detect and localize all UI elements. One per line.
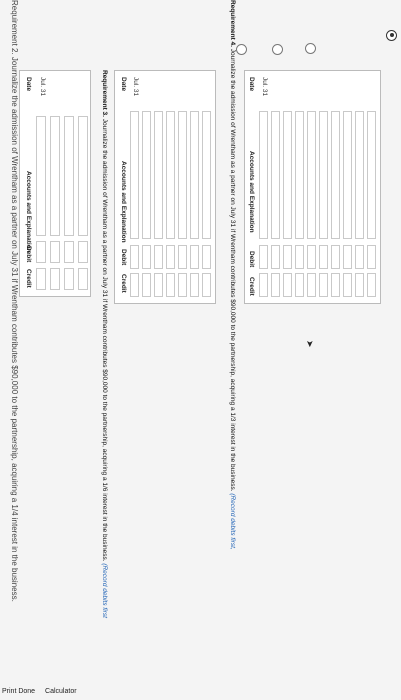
debit-input[interactable]: [202, 245, 211, 269]
radio-option-3[interactable]: [272, 44, 283, 55]
account-input[interactable]: [271, 111, 280, 239]
radio-option-1[interactable]: [386, 30, 397, 41]
credit-input[interactable]: [307, 273, 316, 297]
credit-input[interactable]: [154, 273, 163, 297]
radio-option-4[interactable]: [236, 44, 247, 55]
accounts-header: Accounts and Explanation: [248, 151, 255, 233]
account-input[interactable]: [130, 111, 139, 239]
account-input[interactable]: [202, 111, 211, 239]
requirement-4-body: Journalize the admission of Wrentham as …: [229, 48, 236, 492]
credit-input[interactable]: [50, 268, 60, 290]
debit-input[interactable]: [190, 245, 199, 269]
requirement-4-hint: (Record debits first,: [229, 493, 236, 550]
account-input[interactable]: [78, 116, 88, 236]
credit-input[interactable]: [130, 273, 139, 297]
debit-input[interactable]: [130, 245, 139, 269]
debit-input[interactable]: [319, 245, 328, 269]
account-input[interactable]: [178, 111, 187, 239]
radio-option-2[interactable]: [305, 43, 316, 54]
journal-entry-table-1: Date Accounts and Explanation Debit Cred…: [19, 70, 91, 297]
debit-input[interactable]: [355, 245, 364, 269]
credit-input[interactable]: [142, 273, 151, 297]
credit-input[interactable]: [190, 273, 199, 297]
debit-input[interactable]: [36, 241, 46, 263]
debit-input[interactable]: [78, 241, 88, 263]
account-input[interactable]: [166, 111, 175, 239]
requirement-3-body: Journalize the admission of Wrentham as …: [101, 118, 108, 562]
requirement-2-text: Requirement 2. Journalize the admission …: [10, 0, 19, 602]
debit-input[interactable]: [50, 241, 60, 263]
account-input[interactable]: [307, 111, 316, 239]
credit-input[interactable]: [355, 273, 364, 297]
credit-input[interactable]: [202, 273, 211, 297]
account-input[interactable]: [319, 111, 328, 239]
debit-header: Debit: [120, 249, 127, 266]
mouse-cursor-icon: ➤: [305, 340, 315, 348]
date-header: Date: [25, 77, 32, 92]
credit-input[interactable]: [271, 273, 280, 297]
debit-input[interactable]: [64, 241, 74, 263]
credit-input[interactable]: [166, 273, 175, 297]
account-input[interactable]: [295, 111, 304, 239]
credit-input[interactable]: [283, 273, 292, 297]
credit-input[interactable]: [295, 273, 304, 297]
debit-input[interactable]: [367, 245, 376, 269]
debit-input[interactable]: [307, 245, 316, 269]
credit-input[interactable]: [319, 273, 328, 297]
debit-header: Debit: [25, 246, 32, 263]
debit-input[interactable]: [166, 245, 175, 269]
account-input[interactable]: [36, 116, 46, 236]
credit-input[interactable]: [331, 273, 340, 297]
credit-input[interactable]: [78, 268, 88, 290]
debit-input[interactable]: [271, 245, 280, 269]
account-input[interactable]: [50, 116, 60, 236]
account-input[interactable]: [154, 111, 163, 239]
calculator-link[interactable]: Calculator: [45, 688, 77, 695]
journal-entry-table-3: Date Accounts and Explanation Debit Cred…: [244, 70, 381, 304]
date-header: Date: [120, 77, 127, 92]
debit-input[interactable]: [343, 245, 352, 269]
requirement-3-label: Requirement 3.: [101, 70, 108, 117]
footer-links: Print Done Calculator: [2, 688, 77, 695]
date-cell: Jul. 31: [261, 77, 268, 97]
date-cell: Jul. 31: [39, 77, 46, 97]
credit-input[interactable]: [367, 273, 376, 297]
date-cell: Jul. 31: [132, 77, 139, 97]
credit-input[interactable]: [259, 273, 268, 297]
account-input[interactable]: [343, 111, 352, 239]
debit-input[interactable]: [142, 245, 151, 269]
debit-input[interactable]: [178, 245, 187, 269]
requirement-3-text: Requirement 3. Journalize the admission …: [101, 70, 108, 618]
account-input[interactable]: [355, 111, 364, 239]
requirement-3-hint: (Record debits first: [101, 563, 108, 618]
requirement-4-label: Requirement 4.: [229, 0, 236, 47]
worksheet: Requirement 2. Journalize the admission …: [0, 0, 401, 700]
account-input[interactable]: [283, 111, 292, 239]
debit-input[interactable]: [283, 245, 292, 269]
credit-input[interactable]: [36, 268, 46, 290]
account-input[interactable]: [259, 111, 268, 239]
accounts-header: Accounts and Explanation: [120, 161, 127, 243]
print-done-link[interactable]: Print Done: [2, 688, 35, 695]
debit-input[interactable]: [331, 245, 340, 269]
account-input[interactable]: [331, 111, 340, 239]
journal-entry-table-2: Date Accounts and Explanation Debit Cred…: [114, 70, 216, 304]
credit-header: Credit: [248, 277, 255, 296]
debit-input[interactable]: [295, 245, 304, 269]
debit-input[interactable]: [259, 245, 268, 269]
account-input[interactable]: [367, 111, 376, 239]
credit-header: Credit: [120, 274, 127, 293]
accounts-header: Accounts and Explanation: [25, 171, 32, 253]
credit-input[interactable]: [64, 268, 74, 290]
account-input[interactable]: [142, 111, 151, 239]
credit-input[interactable]: [343, 273, 352, 297]
account-input[interactable]: [64, 116, 74, 236]
requirement-4-text: Requirement 4. Journalize the admission …: [229, 0, 236, 550]
credit-input[interactable]: [178, 273, 187, 297]
credit-header: Credit: [25, 269, 32, 288]
debit-input[interactable]: [154, 245, 163, 269]
account-input[interactable]: [190, 111, 199, 239]
date-header: Date: [248, 77, 255, 92]
debit-header: Debit: [248, 251, 255, 268]
